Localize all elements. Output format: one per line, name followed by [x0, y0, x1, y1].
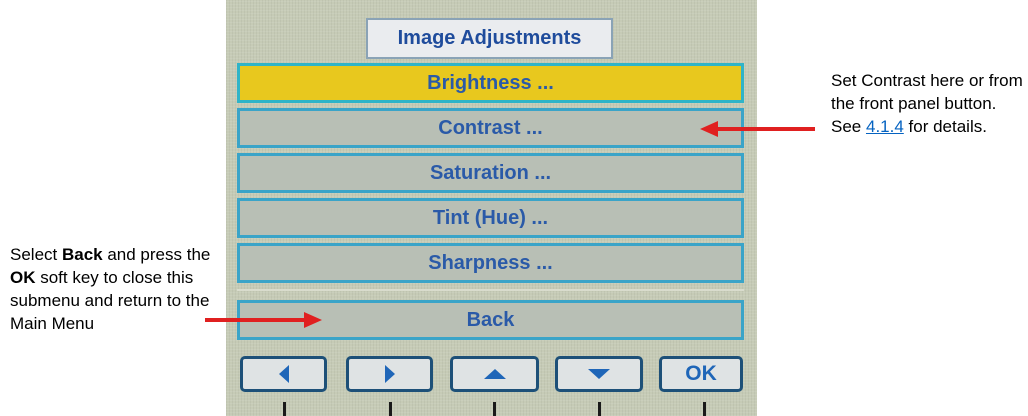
back-callout-text: Select — [10, 245, 62, 264]
contrast-callout-arrow — [700, 121, 815, 137]
annotation-arrows — [205, 121, 815, 328]
back-callout-arrow — [205, 312, 322, 328]
back-callout-text: and press the — [102, 245, 211, 264]
contrast-callout: Set Contrast here or from the front pane… — [831, 69, 1028, 138]
contrast-callout-suffix: for details. — [903, 117, 987, 136]
section-link[interactable]: 4.1.4 — [866, 117, 904, 136]
back-callout-bold-back: Back — [61, 245, 103, 264]
back-callout-bold-ok: OK — [10, 268, 36, 287]
back-callout: Select Back and press the OK soft key to… — [10, 243, 215, 335]
back-callout-text: soft key to close this submenu and retur… — [10, 268, 210, 333]
